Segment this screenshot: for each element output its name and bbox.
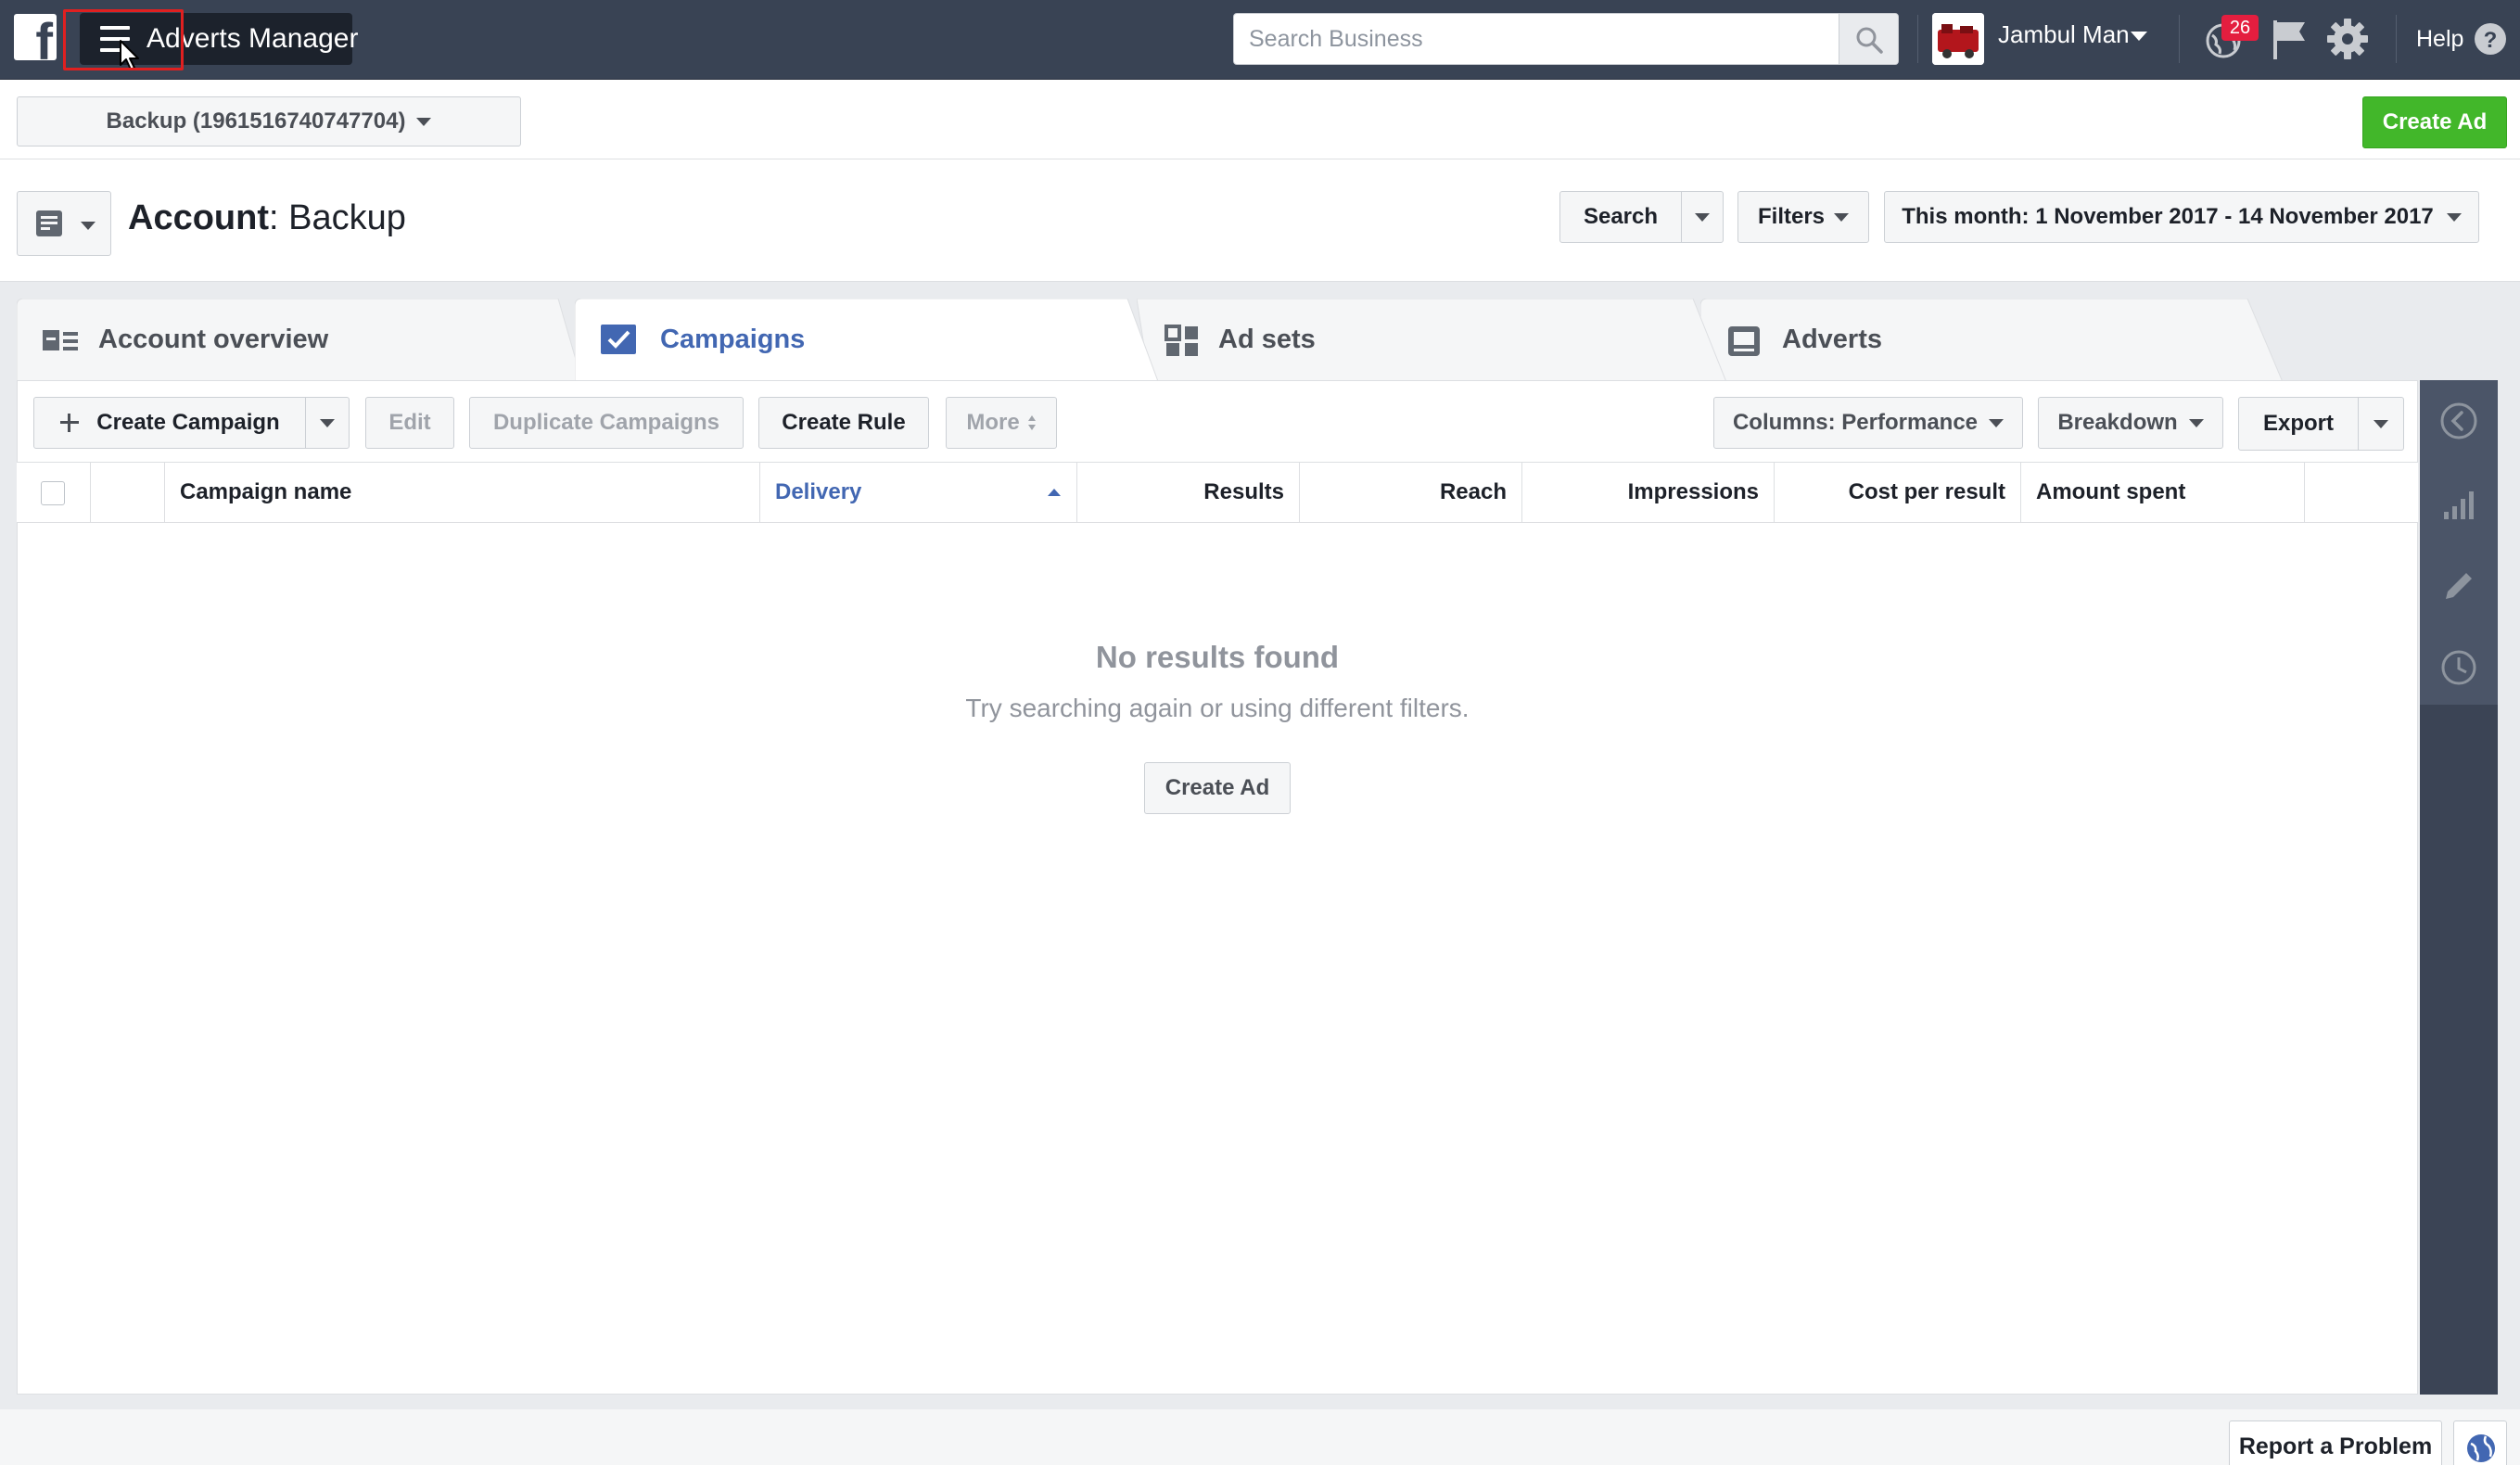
document-list-icon <box>36 210 62 236</box>
clock-icon[interactable] <box>2438 647 2479 688</box>
notification-badge[interactable]: 26 <box>2221 15 2259 41</box>
columns-label: Columns: Performance <box>1732 410 1979 435</box>
tab-ad-sets[interactable]: Ad sets <box>1137 299 1726 382</box>
topbar-divider <box>1917 15 1918 63</box>
account-selector-label: Backup (1961516740747704) <box>106 108 406 134</box>
search-dropdown-button[interactable] <box>1681 191 1724 243</box>
report-problem-button[interactable]: Report a Problem <box>2229 1420 2442 1465</box>
empty-state-create-ad-button[interactable]: Create Ad <box>1144 762 1291 814</box>
breakdown-dropdown[interactable]: Breakdown <box>2038 397 2223 449</box>
date-range-label: This month: 1 November 2017 - 14 Novembe… <box>1902 204 2434 229</box>
column-header-impressions[interactable]: Impressions <box>1522 463 1775 522</box>
user-avatar[interactable] <box>1932 13 1984 65</box>
chevron-down-icon <box>2188 418 2204 427</box>
facebook-logo-icon[interactable]: f <box>14 14 57 60</box>
campaigns-panel <box>17 380 2418 1395</box>
pencil-icon[interactable] <box>2438 566 2479 606</box>
column-header-campaign-name[interactable]: Campaign name <box>165 463 760 522</box>
empty-state-subtitle: Try searching again or using different f… <box>965 694 1470 722</box>
search-button[interactable] <box>1839 14 1898 64</box>
filters-button[interactable]: Filters <box>1737 191 1869 243</box>
tab-label: Account overview <box>98 325 329 354</box>
create-campaign-button[interactable]: Create Campaign <box>33 397 306 449</box>
help-link[interactable]: Help <box>2416 26 2463 53</box>
adverts-icon <box>1728 326 1760 356</box>
create-rule-button[interactable]: Create Rule <box>758 397 929 449</box>
toggle-column-header <box>91 463 165 522</box>
menu-highlight-box <box>63 9 184 70</box>
svg-text:?: ? <box>2484 28 2498 53</box>
sort-ascending-icon <box>1048 489 1061 496</box>
chevron-down-icon <box>1989 418 2005 427</box>
collapse-left-icon[interactable] <box>2438 401 2479 441</box>
view-switcher-dropdown[interactable] <box>17 191 111 256</box>
account-bar: Backup (1961516740747704) Create Ad <box>0 80 2520 159</box>
column-header-delivery[interactable]: Delivery <box>760 463 1077 522</box>
select-all-checkbox[interactable] <box>41 481 65 505</box>
top-navigation-bar: f Adverts Manager Jambul Man <box>0 0 2520 80</box>
chevron-down-icon <box>1834 212 1850 222</box>
edit-button[interactable]: Edit <box>365 397 454 449</box>
column-header-cost-per-result[interactable]: Cost per result <box>1775 463 2021 522</box>
filters-label: Filters <box>1757 204 1826 229</box>
tab-campaigns[interactable]: Campaigns <box>575 299 1165 384</box>
user-name[interactable]: Jambul Man <box>1998 20 2130 49</box>
avatar-image-icon <box>1932 13 1984 65</box>
chevron-down-icon <box>1695 212 1710 222</box>
columns-dropdown[interactable]: Columns: Performance <box>1713 397 2023 449</box>
page-title: Account: Backup <box>128 198 406 237</box>
bar-chart-icon[interactable] <box>2438 482 2479 523</box>
ad-sets-grid-icon <box>1165 325 1198 356</box>
tab-label: Adverts <box>1782 325 1882 354</box>
right-side-rail <box>2420 380 2498 1395</box>
globe-icon <box>2467 1434 2495 1462</box>
tab-account-overview[interactable]: Account overview <box>17 299 582 382</box>
delivery-label: Delivery <box>775 479 862 504</box>
chevron-down-icon <box>2446 212 2462 222</box>
more-label: More <box>966 410 1020 435</box>
table-header: Campaign name Delivery Results Reach Imp… <box>17 462 2418 523</box>
search-icon <box>1856 27 1883 54</box>
more-button[interactable]: More <box>946 397 1057 449</box>
question-icon[interactable]: ? <box>2474 22 2507 56</box>
campaigns-checkbox-icon <box>601 325 636 354</box>
chevron-down-icon <box>2374 419 2388 428</box>
page-header: Account: Backup Search Filters This mont… <box>0 159 2520 282</box>
column-header-results[interactable]: Results <box>1077 463 1300 522</box>
select-all-cell <box>17 463 91 522</box>
search-filter-button[interactable]: Search <box>1559 191 1682 243</box>
tab-label: Campaigns <box>660 325 806 354</box>
create-campaign-dropdown[interactable] <box>305 397 350 449</box>
plus-icon <box>60 414 80 432</box>
business-search-input[interactable] <box>1234 14 1839 64</box>
user-menu-caret-icon[interactable] <box>2131 32 2147 41</box>
account-selector-dropdown[interactable]: Backup (1961516740747704) <box>17 96 521 146</box>
create-ad-button[interactable]: Create Ad <box>2362 96 2507 148</box>
chevron-down-icon <box>81 222 95 230</box>
chevron-down-icon <box>320 418 335 427</box>
business-search-box[interactable] <box>1233 13 1899 65</box>
footer <box>0 1409 2520 1465</box>
date-range-picker[interactable]: This month: 1 November 2017 - 14 Novembe… <box>1884 191 2479 243</box>
breakdown-label: Breakdown <box>2057 410 2178 435</box>
topbar-divider <box>2179 15 2180 63</box>
language-globe-button[interactable] <box>2453 1420 2507 1465</box>
topbar-divider <box>2396 15 2397 63</box>
chevron-down-icon <box>416 117 432 126</box>
gear-icon[interactable] <box>2325 17 2370 61</box>
empty-state-title: No results found <box>1095 640 1340 674</box>
flag-icon[interactable] <box>2270 17 2310 61</box>
column-header-amount-spent[interactable]: Amount spent <box>2021 463 2305 522</box>
tab-adverts[interactable]: Adverts <box>1700 299 2283 382</box>
tab-label: Ad sets <box>1218 325 1316 354</box>
account-overview-icon <box>43 330 78 350</box>
export-button[interactable]: Export <box>2238 397 2359 451</box>
column-header-reach[interactable]: Reach <box>1300 463 1522 522</box>
sort-arrows-icon <box>1027 415 1036 430</box>
create-campaign-label: Create Campaign <box>96 410 280 435</box>
export-dropdown[interactable] <box>2358 397 2404 451</box>
duplicate-campaigns-button[interactable]: Duplicate Campaigns <box>469 397 744 449</box>
